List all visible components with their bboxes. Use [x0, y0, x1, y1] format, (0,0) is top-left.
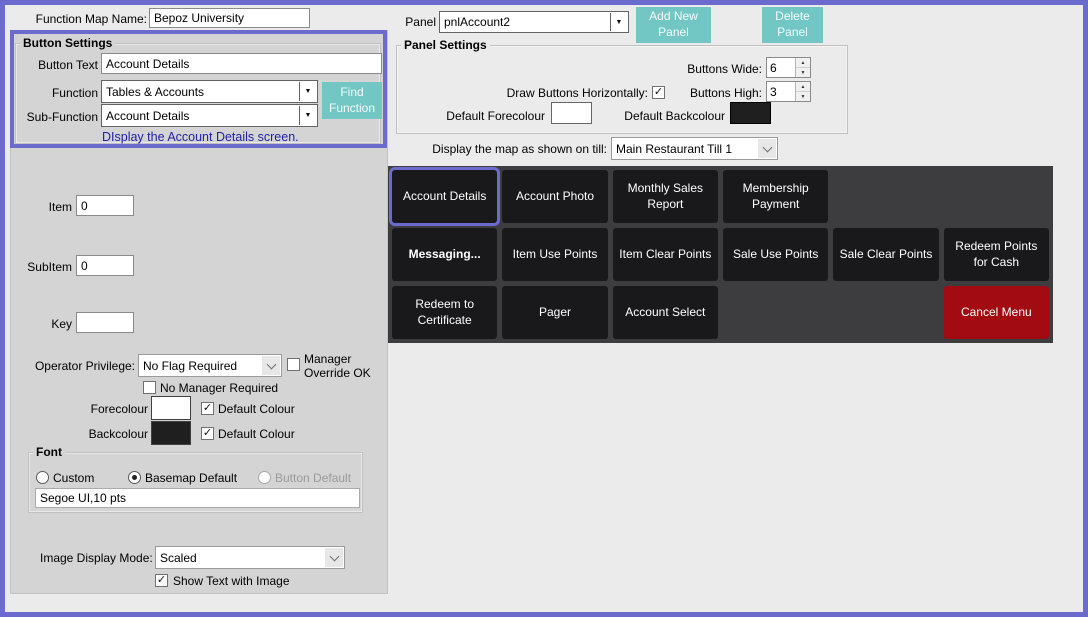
grid-button-pager[interactable]: Pager	[502, 286, 608, 339]
function-select-value: Tables & Accounts	[106, 84, 205, 99]
dropdown-arrow-icon[interactable]: ▼	[299, 82, 316, 101]
grid-empty-cell	[944, 170, 1049, 223]
backcolour-label: Backcolour	[88, 427, 148, 441]
grid-button-item-use-points[interactable]: Item Use Points	[502, 228, 608, 281]
grid-button-sale-clear-points[interactable]: Sale Clear Points	[833, 228, 939, 281]
dropdown-arrow-icon[interactable]: ▼	[610, 13, 627, 31]
grid-button-monthly-sales-report[interactable]: Monthly Sales Report	[612, 170, 718, 223]
grid-empty-cell	[723, 286, 828, 339]
font-value-input[interactable]: Segoe UI,10 pts	[35, 488, 360, 508]
sub-function-select-value: Account Details	[106, 108, 190, 123]
image-display-mode-label: Image Display Mode:	[40, 551, 153, 565]
function-map-name-label: Function Map Name:	[35, 12, 147, 26]
buttons-high-value: 3	[770, 84, 777, 99]
button-text-label: Button Text	[38, 58, 98, 72]
subitem-label: SubItem	[27, 260, 72, 274]
buttons-high-label: Buttons High:	[689, 86, 762, 100]
manager-override-label: Manager Override OK	[304, 352, 371, 380]
spin-up-icon[interactable]: ▲	[796, 58, 810, 68]
default-forecolour-swatch[interactable]	[551, 102, 592, 124]
spin-up-icon[interactable]: ▲	[796, 82, 810, 92]
operator-privilege-label: Operator Privilege:	[34, 359, 135, 373]
font-basemap-default-label: Basemap Default	[145, 471, 238, 485]
chevron-down-icon[interactable]	[758, 139, 776, 158]
function-description: DIsplay the Account Details screen.	[102, 130, 299, 144]
show-text-with-image-checkbox[interactable]: ✓	[155, 574, 168, 587]
grid-empty-cell	[833, 170, 938, 223]
backcolour-default-label: Default Colour	[218, 427, 295, 441]
panel-settings-title: Panel Settings	[401, 38, 490, 53]
forecolour-default-label: Default Colour	[218, 402, 295, 416]
button-grid: Account Details Account Photo Monthly Sale…	[388, 166, 1053, 343]
font-button-default-radio[interactable]	[258, 471, 271, 484]
till-display-label: Display the map as shown on till:	[432, 142, 607, 156]
item-label: Item	[48, 200, 72, 214]
sub-function-label: Sub-Function	[26, 110, 98, 124]
panel-select-label: Panel	[405, 15, 436, 29]
key-input[interactable]	[76, 312, 134, 333]
chevron-down-icon[interactable]	[262, 356, 280, 375]
forecolour-label: Forecolour	[90, 402, 148, 416]
panel-select[interactable]: pnlAccount2 ▼	[439, 11, 629, 33]
forecolour-swatch[interactable]	[151, 396, 191, 420]
default-forecolour-label: Default Forecolour	[446, 109, 545, 123]
till-select-value: Main Restaurant Till 1	[616, 141, 733, 156]
font-basemap-default-radio[interactable]	[128, 471, 141, 484]
backcolour-swatch[interactable]	[151, 421, 191, 445]
buttons-wide-value: 6	[770, 60, 777, 75]
function-select[interactable]: Tables & Accounts ▼	[101, 80, 318, 103]
image-display-mode-value: Scaled	[160, 550, 197, 565]
draw-buttons-horizontally-label: Draw Buttons Horizontally:	[506, 86, 648, 100]
dropdown-arrow-icon[interactable]: ▼	[299, 106, 316, 125]
function-map-window: Function Map Name: Bepoz University Pane…	[0, 0, 1088, 617]
grid-button-item-clear-points[interactable]: Item Clear Points	[612, 228, 718, 281]
sub-function-select[interactable]: Account Details ▼	[101, 104, 318, 127]
forecolour-default-checkbox[interactable]: ✓	[201, 402, 214, 415]
panel-select-value: pnlAccount2	[444, 15, 511, 29]
font-custom-radio[interactable]	[36, 471, 49, 484]
function-map-name-input[interactable]: Bepoz University	[149, 8, 310, 28]
key-label: Key	[51, 317, 72, 331]
grid-button-account-select[interactable]: Account Select	[612, 286, 718, 339]
font-group-title: Font	[33, 445, 65, 460]
grid-button-membership-payment[interactable]: Membership Payment	[723, 170, 829, 223]
no-manager-required-label: No Manager Required	[160, 381, 279, 395]
grid-empty-cell	[833, 286, 938, 339]
grid-button-redeem-points-for-cash[interactable]: Redeem Points for Cash	[943, 228, 1049, 281]
item-input[interactable]: 0	[76, 195, 134, 216]
grid-button-messaging[interactable]: Messaging...	[392, 228, 498, 281]
grid-button-redeem-to-certificate[interactable]: Redeem to Certificate	[392, 286, 498, 339]
operator-privilege-value: No Flag Required	[143, 358, 238, 373]
grid-button-account-photo[interactable]: Account Photo	[502, 170, 608, 223]
grid-button-account-details[interactable]: Account Details	[392, 170, 498, 223]
manager-override-checkbox[interactable]: ✓	[287, 358, 300, 371]
add-new-panel-button[interactable]: Add New Panel	[636, 7, 711, 43]
chevron-down-icon[interactable]	[325, 548, 343, 567]
function-label: Function	[51, 86, 98, 100]
operator-privilege-select[interactable]: No Flag Required	[138, 354, 282, 377]
buttons-wide-stepper[interactable]: 6 ▲ ▼	[766, 57, 811, 78]
find-function-button[interactable]: Find Function	[322, 82, 382, 119]
spin-down-icon[interactable]: ▼	[796, 68, 810, 77]
font-custom-label: Custom	[53, 471, 95, 485]
font-button-default-label: Button Default	[275, 471, 352, 485]
button-settings-title: Button Settings	[20, 36, 116, 51]
grid-button-sale-use-points[interactable]: Sale Use Points	[723, 228, 829, 281]
show-text-with-image-label: Show Text with Image	[173, 574, 290, 588]
default-backcolour-swatch[interactable]	[730, 102, 771, 124]
till-select[interactable]: Main Restaurant Till 1	[611, 137, 778, 160]
backcolour-default-checkbox[interactable]: ✓	[201, 427, 214, 440]
delete-panel-button[interactable]: Delete Panel	[762, 7, 823, 43]
image-display-mode-select[interactable]: Scaled	[155, 546, 345, 569]
subitem-input[interactable]: 0	[76, 255, 134, 276]
grid-button-cancel-menu[interactable]: Cancel Menu	[943, 286, 1049, 339]
buttons-wide-label: Buttons Wide:	[687, 62, 762, 76]
no-manager-required-checkbox[interactable]: ✓	[143, 381, 156, 394]
buttons-high-stepper[interactable]: 3 ▲ ▼	[766, 81, 811, 102]
spin-down-icon[interactable]: ▼	[796, 92, 810, 101]
default-backcolour-label: Default Backcolour	[624, 109, 725, 123]
button-text-input[interactable]: Account Details	[101, 53, 382, 74]
